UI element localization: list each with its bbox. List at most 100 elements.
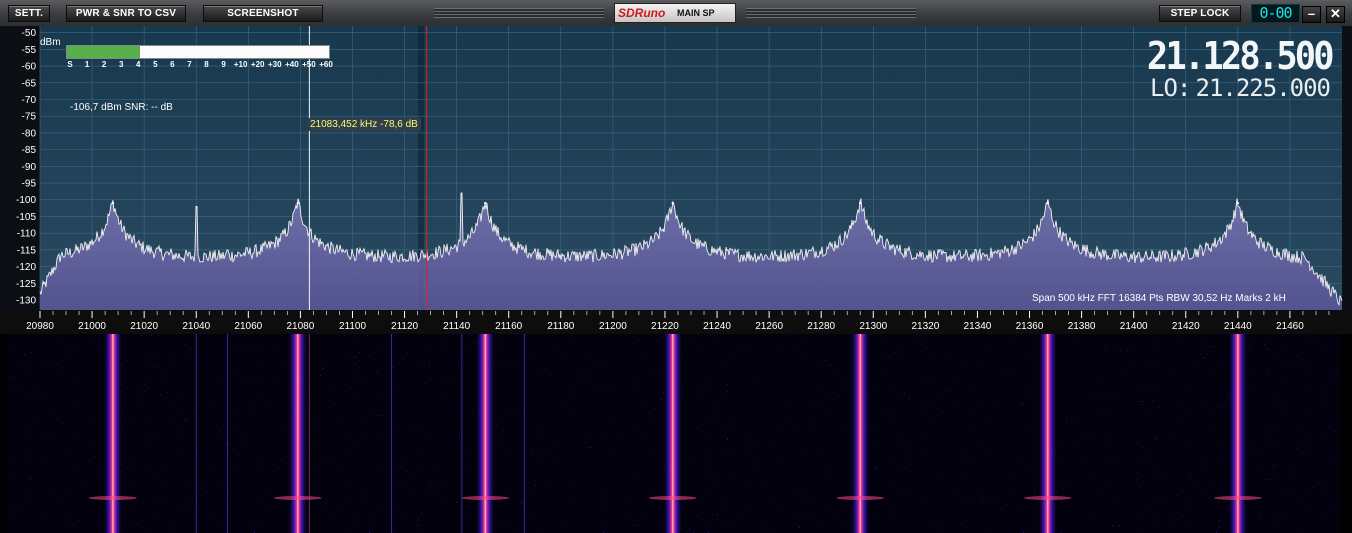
noise-dot xyxy=(1189,503,1190,504)
noise-dot xyxy=(11,346,12,347)
noise-dot xyxy=(423,455,424,456)
noise-dot xyxy=(990,420,991,421)
pwr-snr-to-csv-button[interactable]: PWR & SNR TO CSV xyxy=(66,5,186,22)
noise-dot xyxy=(355,356,356,357)
noise-dot xyxy=(407,471,408,472)
noise-dot xyxy=(329,391,330,392)
noise-dot xyxy=(1105,392,1106,393)
noise-dot xyxy=(505,526,506,527)
noise-dot xyxy=(709,389,710,390)
step-lock-button[interactable]: STEP LOCK xyxy=(1159,5,1241,22)
waterfall-display[interactable] xyxy=(7,334,1341,533)
step-counter[interactable]: 0-00 xyxy=(1251,4,1300,23)
noise-dot xyxy=(817,524,818,525)
noise-dot xyxy=(76,376,77,377)
noise-dot xyxy=(842,525,843,526)
noise-dot xyxy=(30,361,31,362)
noise-dot xyxy=(1137,478,1138,479)
noise-dot xyxy=(798,348,799,349)
noise-dot xyxy=(747,350,748,351)
noise-dot xyxy=(534,484,535,485)
noise-dot xyxy=(645,436,646,437)
noise-dot xyxy=(153,366,154,367)
noise-dot xyxy=(582,373,583,374)
noise-dot xyxy=(497,425,498,426)
noise-dot xyxy=(424,383,425,384)
noise-dot xyxy=(1269,373,1270,374)
noise-dot xyxy=(257,399,258,400)
noise-dot xyxy=(249,410,250,411)
noise-dot xyxy=(165,383,166,384)
noise-dot xyxy=(503,430,504,431)
noise-dot xyxy=(1264,479,1265,480)
noise-dot xyxy=(981,499,982,500)
noise-dot xyxy=(888,517,889,518)
noise-dot xyxy=(931,400,932,401)
noise-dot xyxy=(463,365,464,366)
noise-dot xyxy=(407,352,408,353)
noise-dot xyxy=(238,454,239,455)
noise-dot xyxy=(532,448,533,449)
drag-grip-right[interactable] xyxy=(746,8,916,18)
noise-dot xyxy=(826,510,827,511)
noise-dot xyxy=(39,393,40,394)
noise-dot xyxy=(151,335,152,336)
noise-dot xyxy=(336,469,337,470)
y-tick-label: -60 xyxy=(22,62,37,73)
noise-dot xyxy=(315,465,316,466)
noise-dot xyxy=(792,492,793,493)
y-tick-label: -110 xyxy=(17,229,37,240)
noise-dot xyxy=(684,469,685,470)
s-meter-tick-label: 2 xyxy=(101,60,107,69)
noise-dot xyxy=(644,405,645,406)
noise-dot xyxy=(1260,516,1261,517)
noise-dot xyxy=(988,455,989,456)
noise-dot xyxy=(763,529,764,530)
noise-dot xyxy=(1302,445,1303,446)
noise-dot xyxy=(1149,511,1150,512)
noise-dot xyxy=(1278,426,1279,427)
noise-dot xyxy=(58,419,59,420)
noise-dot xyxy=(344,335,345,336)
noise-dot xyxy=(1024,469,1025,470)
noise-dot xyxy=(718,421,719,422)
noise-dot xyxy=(1007,504,1008,505)
screenshot-button[interactable]: SCREENSHOT xyxy=(203,5,323,22)
noise-dot xyxy=(1097,398,1098,399)
noise-dot xyxy=(136,398,137,399)
noise-dot xyxy=(131,421,132,422)
minimize-icon[interactable]: – xyxy=(1302,6,1321,23)
noise-dot xyxy=(1089,477,1090,478)
noise-dot xyxy=(9,516,10,517)
noise-dot xyxy=(1061,457,1062,458)
noise-dot xyxy=(1062,502,1063,503)
noise-dot xyxy=(658,522,659,523)
noise-dot xyxy=(91,416,92,417)
vfo-frequency-display[interactable]: 21.128.500 xyxy=(1147,34,1335,78)
noise-dot xyxy=(782,427,783,428)
noise-dot xyxy=(929,378,930,379)
noise-dot xyxy=(774,442,775,443)
noise-dot xyxy=(78,400,79,401)
close-icon[interactable]: ✕ xyxy=(1326,6,1345,23)
noise-dot xyxy=(704,466,705,467)
settings-button[interactable]: SETT. xyxy=(8,5,50,22)
noise-dot xyxy=(799,527,800,528)
lo-frequency-display[interactable]: 21.225.000 xyxy=(1196,74,1331,102)
noise-dot xyxy=(1142,481,1143,482)
noise-dot xyxy=(324,360,325,361)
noise-dot xyxy=(232,429,233,430)
noise-dot xyxy=(600,498,601,499)
noise-dot xyxy=(726,384,727,385)
y-tick-label: -100 xyxy=(16,195,36,206)
noise-dot xyxy=(789,406,790,407)
noise-dot xyxy=(1210,373,1211,374)
noise-dot xyxy=(62,423,63,424)
drag-grip-left[interactable] xyxy=(434,8,604,18)
noise-dot xyxy=(878,519,879,520)
noise-dot xyxy=(497,342,498,343)
noise-dot xyxy=(939,520,940,521)
noise-dot xyxy=(18,508,19,509)
noise-dot xyxy=(957,401,958,402)
x-tick-label: 20980 xyxy=(26,321,54,332)
